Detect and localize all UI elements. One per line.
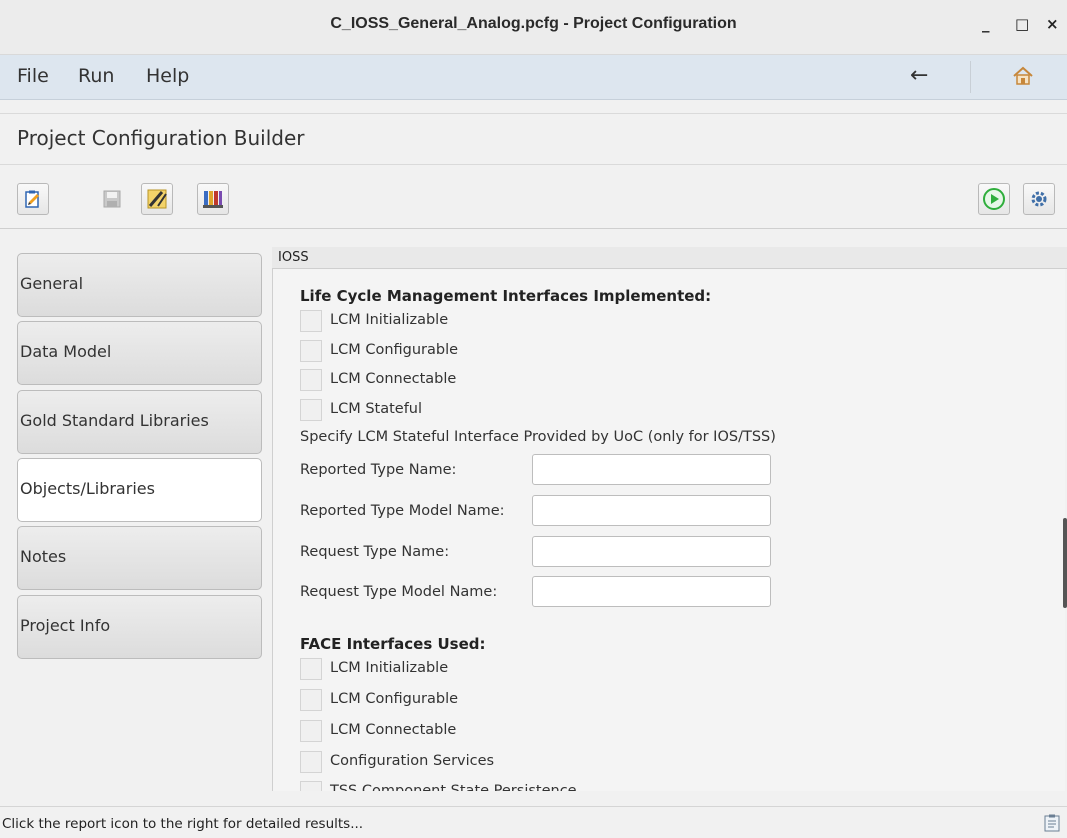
sidebar-tab-general[interactable]: General (17, 253, 262, 317)
checkbox-label: Configuration Services (330, 753, 495, 769)
sidebar-tab-label: Project Info (20, 616, 111, 635)
edit-config-icon (25, 190, 39, 208)
reported-type-model-name-input[interactable] (532, 495, 771, 526)
edit-sign-icon (147, 189, 167, 209)
checkbox[interactable] (300, 369, 322, 391)
title-bar: C_IOSS_General_Analog.pcfg - Project Con… (0, 0, 1067, 55)
sidebar-tab-objects-libraries[interactable]: Objects/Libraries (17, 458, 262, 522)
checkbox-label: LCM Configurable (330, 691, 459, 707)
sidebar-tab-label: Gold Standard Libraries (20, 411, 209, 430)
save-icon (103, 190, 121, 208)
sidebar-tab-data-model[interactable]: Data Model (17, 321, 262, 385)
run-icon (983, 188, 1005, 210)
checkbox-label: TSS Component State Persistence (330, 783, 577, 791)
status-text: Click the report icon to the right for d… (2, 816, 364, 832)
checkbox[interactable] (300, 399, 322, 421)
checkbox-label: LCM Connectable (330, 371, 457, 387)
request-type-name-input[interactable] (532, 536, 771, 567)
checkbox[interactable] (300, 658, 322, 680)
checkbox[interactable] (300, 340, 322, 362)
sidebar-tab-gold-standard-libraries[interactable]: Gold Standard Libraries (17, 390, 262, 454)
close-button[interactable]: × (1046, 15, 1059, 33)
sidebar-tab-label: Objects/Libraries (20, 479, 155, 498)
edit-config-button[interactable] (17, 183, 49, 215)
sidebar-tab-label: Notes (20, 547, 67, 566)
library-icon (203, 191, 223, 208)
menu-bar: File Run Help ← (0, 55, 1067, 100)
checkbox-label: LCM Initializable (330, 312, 449, 328)
settings-gear-icon (1031, 191, 1047, 207)
window-title: C_IOSS_General_Analog.pcfg - Project Con… (330, 15, 737, 32)
maximize-button[interactable]: □ (1015, 15, 1029, 33)
status-bar: Click the report icon to the right for d… (0, 806, 1067, 838)
reported-type-name-input[interactable] (532, 454, 771, 485)
minimize-button[interactable]: _ (982, 15, 990, 33)
menu-file[interactable]: File (17, 65, 49, 87)
page-header: Project Configuration Builder (0, 113, 1067, 165)
page-title: Project Configuration Builder (17, 126, 305, 150)
menu-help[interactable]: Help (146, 65, 189, 87)
content-header: IOSS (272, 247, 1067, 269)
reported-type-model-name-label: Reported Type Model Name: (300, 503, 505, 519)
checkbox[interactable] (300, 751, 322, 773)
sidebar-tab-project-info[interactable]: Project Info (17, 595, 262, 659)
content-panel: Life Cycle Management Interfaces Impleme… (272, 269, 1065, 791)
request-type-model-name-label: Request Type Model Name: (300, 584, 498, 600)
scrollbar-thumb[interactable] (1063, 518, 1067, 608)
menu-separator (970, 61, 971, 93)
menu-run[interactable]: Run (78, 65, 114, 87)
lcm-section-title: Life Cycle Management Interfaces Impleme… (300, 287, 712, 305)
checkbox-label: LCM Connectable (330, 722, 457, 738)
toolbar (0, 176, 1067, 232)
checkbox-label: LCM Initializable (330, 660, 449, 676)
checkbox[interactable] (300, 689, 322, 711)
stateful-note: Specify LCM Stateful Interface Provided … (300, 429, 776, 445)
run-button[interactable] (978, 183, 1010, 215)
checkbox-label: LCM Stateful (330, 401, 423, 417)
checkbox[interactable] (300, 720, 322, 742)
edit-sign-button[interactable] (141, 183, 173, 215)
request-type-name-label: Request Type Name: (300, 544, 450, 560)
checkbox[interactable] (300, 310, 322, 332)
sidebar-tab-label: General (20, 274, 84, 293)
sidebar-tab-notes[interactable]: Notes (17, 526, 262, 590)
checkbox-label: LCM Configurable (330, 342, 459, 358)
save-button[interactable] (96, 183, 128, 215)
content-header-label: IOSS (278, 250, 309, 265)
checkbox[interactable] (300, 781, 322, 791)
report-icon[interactable] (1044, 814, 1060, 836)
toolbar-divider (0, 228, 1067, 229)
sidebar-tab-label: Data Model (20, 342, 112, 361)
library-button[interactable] (197, 183, 229, 215)
home-icon[interactable] (1012, 65, 1034, 91)
settings-button[interactable] (1023, 183, 1055, 215)
reported-type-name-label: Reported Type Name: (300, 462, 457, 478)
back-arrow-icon[interactable]: ← (910, 63, 928, 88)
face-section-title: FACE Interfaces Used: (300, 635, 486, 653)
request-type-model-name-input[interactable] (532, 576, 771, 607)
